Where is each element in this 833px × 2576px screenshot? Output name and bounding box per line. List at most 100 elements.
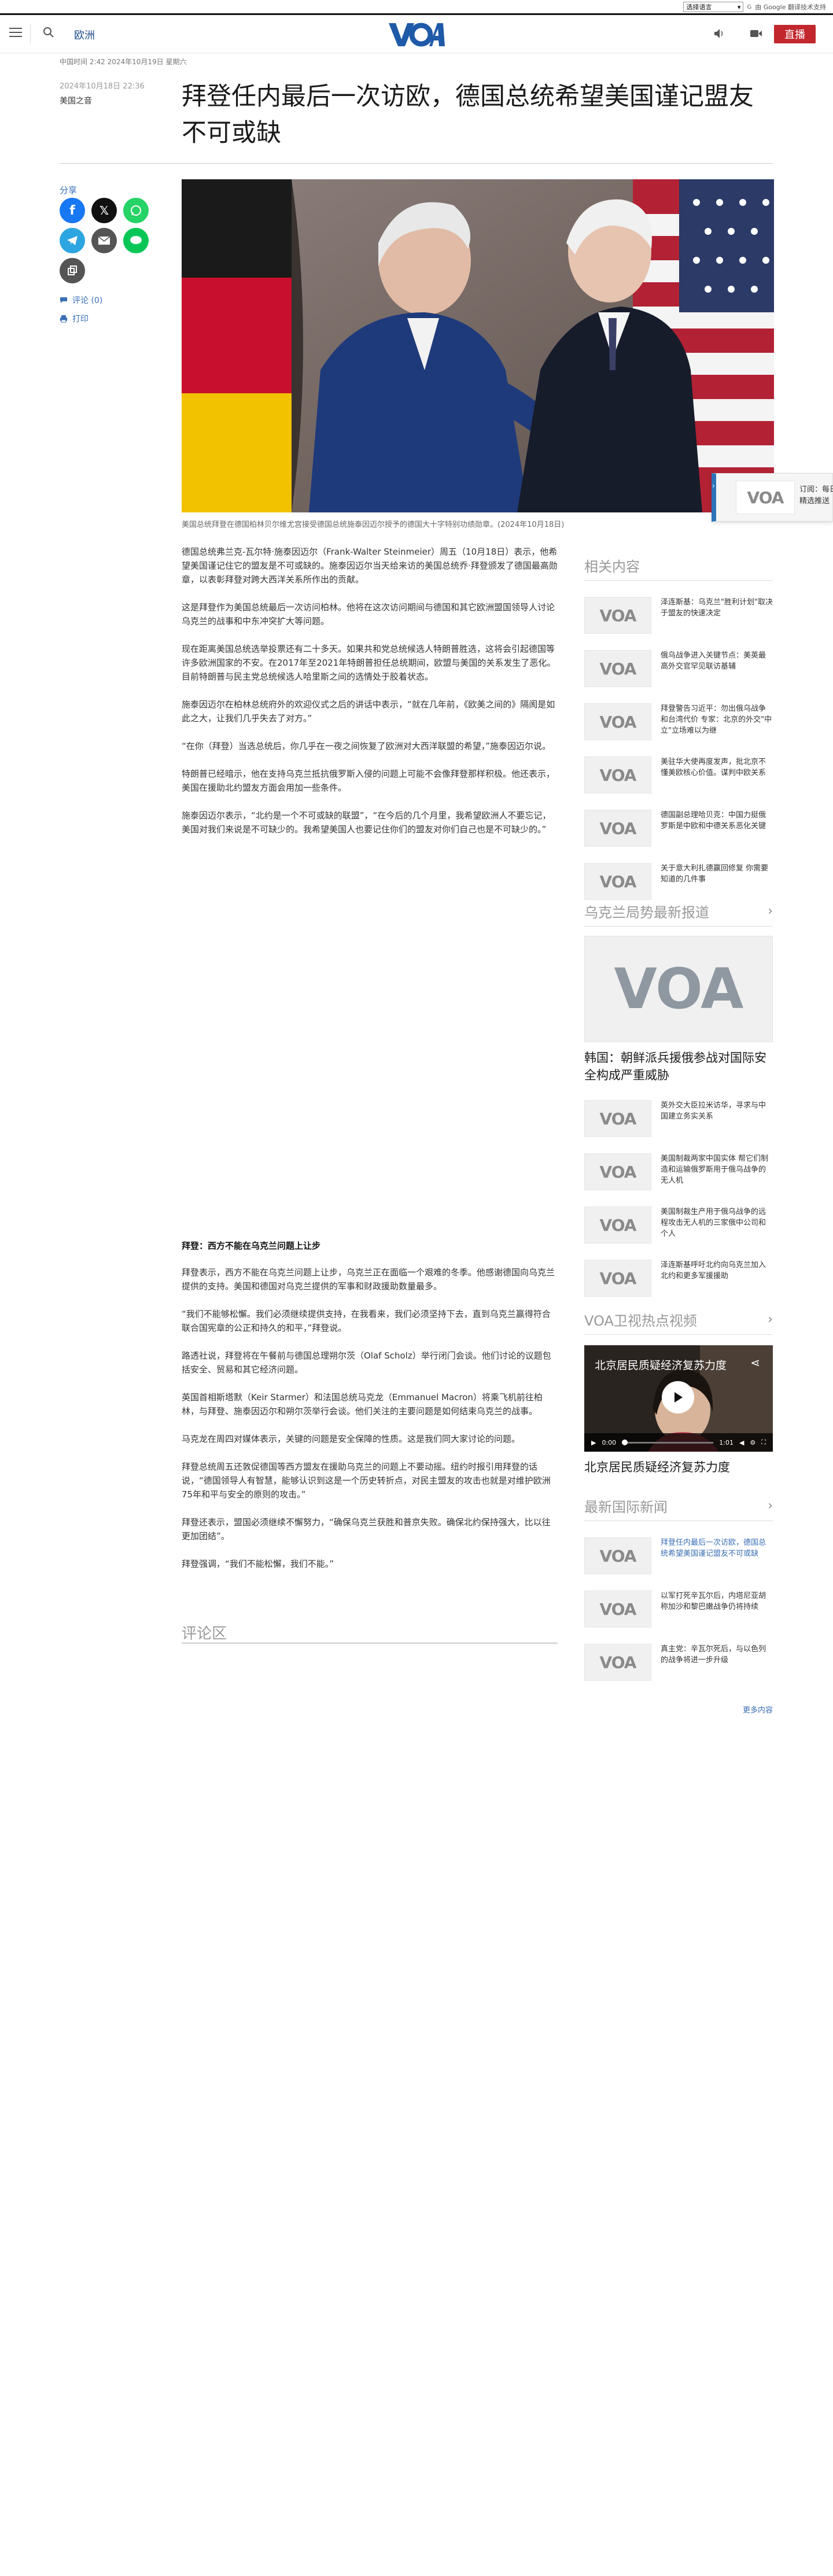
list-item-title[interactable]: 拜登警告习近平：勿出俄乌战争和台湾代价 专家：北京的外交"中立"立场难以为继 xyxy=(661,703,773,736)
list-item[interactable]: VOA 关于意大利扎德赢回修复 你需要知道的几件事 xyxy=(584,863,773,900)
list-item-title[interactable]: 泽连斯基呼吁北约向乌克兰加入北约和更多军援援助 xyxy=(661,1260,773,1282)
section-link-europe[interactable]: 欧洲 xyxy=(74,27,95,42)
article-paragraph: 这是拜登作为美国总统最后一次访问柏林。他将在这次访问期间与德国和其它欧洲盟国领导… xyxy=(182,602,555,626)
related-title: 相关内容 xyxy=(584,555,773,581)
google-logo-icon: G xyxy=(747,3,752,10)
list-item-title[interactable]: 德国副总理哈贝克：中国力挺俄罗斯是中欧和中德关系恶化关键 xyxy=(661,810,773,832)
divider xyxy=(182,1643,558,1644)
print-icon xyxy=(60,315,67,323)
intl-news-title-label: 最新国际新闻 xyxy=(584,1499,668,1515)
list-item[interactable]: VOA 美国制裁两家中国实体 帮它们制造和运输俄罗斯用于俄乌战争的无人机 xyxy=(584,1153,773,1190)
email-share-button[interactable] xyxy=(91,228,117,253)
lead-thumbnail[interactable]: VOA xyxy=(584,936,773,1042)
list-item-title[interactable]: 英外交大臣拉米访华，寻求与中国建立务实关系 xyxy=(661,1100,773,1122)
tv-title[interactable]: VOA卫视热点视频 › xyxy=(584,1309,773,1335)
list-item[interactable]: VOA 美国制裁生产用于俄乌战争的远程攻击无人机的三家俄中公司和个人 xyxy=(584,1206,773,1243)
lead-story-title[interactable]: 韩国：朝鲜派兵援俄参战对国际安全构成严重威胁 xyxy=(584,1049,773,1084)
hero-image xyxy=(182,179,774,512)
fullscreen-icon[interactable]: ⛶ xyxy=(761,1438,766,1446)
list-item-title[interactable]: 真主党：辛瓦尔死后，与以色列的战争将进一步升级 xyxy=(661,1644,773,1666)
chevron-right-icon: › xyxy=(712,482,715,490)
voa-logo: VOA xyxy=(599,1652,637,1672)
video-overlay-title: 北京居民质疑经济复苏力度 xyxy=(595,1359,727,1372)
subscribe-widget[interactable]: › VOA 订阅：每日精选推送 xyxy=(712,473,833,522)
mail-icon xyxy=(98,236,110,245)
facebook-share-button[interactable]: f xyxy=(60,198,85,223)
thumbnail: VOA xyxy=(584,1537,651,1574)
article-paragraph: 现在距离美国总统选举投票还有二十多天。如果共和党总统候选人特朗普胜选，这将会引起… xyxy=(182,644,556,682)
related-title-label: 相关内容 xyxy=(584,559,640,575)
list-item[interactable]: VOA 真主党：辛瓦尔死后，与以色列的战争将进一步升级 xyxy=(584,1644,773,1681)
list-item-title[interactable]: 俄乌战争进入关键节点：美英最高外交官罕见联访基辅 xyxy=(661,650,773,672)
more-link[interactable]: 更多内容 xyxy=(584,1704,773,1715)
chevron-right-icon: › xyxy=(768,1312,773,1327)
voa-logo: VOA xyxy=(599,659,637,678)
list-item-title[interactable]: 美国制裁生产用于俄乌战争的远程攻击无人机的三家俄中公司和个人 xyxy=(661,1206,773,1239)
article-body-2: 拜登：西方不能在乌克兰问题上让步 拜登表示，西方不能在乌克兰问题上让步，乌克兰正… xyxy=(182,1239,558,1585)
live-button[interactable]: 直播 xyxy=(774,25,816,43)
list-item[interactable]: VOA 拜登警告习近平：勿出俄乌战争和台湾代价 专家：北京的外交"中立"立场难以为… xyxy=(584,703,773,740)
telegram-icon xyxy=(67,236,78,245)
list-item[interactable]: VOA 美驻华大使再度发声，批北京不懂美欧核心价值。谋判中欧关系 xyxy=(584,756,773,794)
list-item[interactable]: VOA 泽连斯基：乌克兰"胜利计划"取决于盟友的快速决定 xyxy=(584,597,773,634)
play-icon[interactable]: ▶ xyxy=(591,1439,596,1446)
list-item-title[interactable]: 美国制裁两家中国实体 帮它们制造和运输俄罗斯用于俄乌战争的无人机 xyxy=(661,1153,773,1186)
settings-icon[interactable]: ⚙ xyxy=(750,1439,755,1446)
list-item[interactable]: VOA 以军打死辛瓦尔后，内塔尼亚胡称加沙和黎巴嫩战争仍将持续 xyxy=(584,1590,773,1627)
subscribe-text: 订阅：每日精选推送 xyxy=(799,485,833,505)
x-share-button[interactable]: 𝕏 xyxy=(91,198,117,223)
print-link[interactable]: 打印 xyxy=(60,313,89,324)
share-icon[interactable]: ⋖ xyxy=(750,1356,760,1370)
list-item-title[interactable]: 关于意大利扎德赢回修复 你需要知道的几件事 xyxy=(661,863,773,885)
menu-icon[interactable] xyxy=(9,28,22,38)
audio-icon[interactable] xyxy=(713,27,725,40)
comment-link[interactable]: 评论 (0) xyxy=(60,294,102,306)
list-item[interactable]: VOA 泽连斯基呼吁北约向乌克兰加入北约和更多军援援助 xyxy=(584,1260,773,1297)
thumbnail: VOA xyxy=(584,756,651,794)
telegram-share-button[interactable] xyxy=(60,228,85,253)
article-paragraph: “我们不能够松懈。我们必须继续提供支持，在我看来，我们必须坚持下去，直到乌克兰赢… xyxy=(182,1309,551,1333)
play-button[interactable] xyxy=(662,1381,694,1414)
x-icon: 𝕏 xyxy=(99,204,109,217)
thumbnail: VOA xyxy=(584,1153,651,1190)
list-item[interactable]: VOA 英外交大臣拉米访华，寻求与中国建立务实关系 xyxy=(584,1100,773,1137)
thumbnail: VOA xyxy=(584,810,651,847)
voa-logo: VOA xyxy=(599,818,637,838)
list-item-title[interactable]: 美驻华大使再度发声，批北京不懂美欧核心价值。谋判中欧关系 xyxy=(661,756,773,778)
thumbnail: VOA xyxy=(584,1590,651,1627)
progress-handle[interactable] xyxy=(622,1439,628,1445)
intl-news-title[interactable]: 最新国际新闻 › xyxy=(584,1496,773,1521)
whatsapp-share-button[interactable] xyxy=(123,198,149,223)
author-name[interactable]: 美国之音 xyxy=(60,95,92,106)
voa-logo: VOA xyxy=(599,1599,637,1619)
play-icon xyxy=(674,1392,683,1403)
video-controls: ▶ 0:00 1:01 ◀︎ ⚙ ⛶ xyxy=(584,1433,773,1452)
list-item[interactable]: VOA 拜登任内最后一次访欧，德国总统希望美国谨记盟友不可或缺 xyxy=(584,1537,773,1574)
search-icon[interactable] xyxy=(43,27,54,38)
list-item[interactable]: VOA 俄乌战争进入关键节点：美英最高外交官罕见联访基辅 xyxy=(584,650,773,687)
thumbnail: VOA xyxy=(584,863,651,900)
ukraine-title[interactable]: 乌克兰局势最新报道 › xyxy=(584,901,773,927)
list-item-title[interactable]: 拜登任内最后一次访欧，德国总统希望美国谨记盟友不可或缺 xyxy=(661,1537,773,1559)
voa-logo: VOA xyxy=(599,765,637,785)
article-paragraph: 拜登总统周五还敦促德国等西方盟友在援助乌克兰的问题上不要动摇。纽约时报引用拜登的… xyxy=(182,1462,551,1500)
video-progress-bar[interactable] xyxy=(622,1439,714,1445)
thumbnail: VOA xyxy=(584,1644,651,1681)
line-share-button[interactable] xyxy=(123,228,149,253)
video-duration: 1:01 xyxy=(719,1438,734,1446)
video-player[interactable]: 北京居民质疑经济复苏力度 ⋖ ▶ 0:00 1:01 ◀︎ ⚙ ⛶ xyxy=(584,1345,773,1452)
copy-icon xyxy=(68,265,77,275)
intl-news-section: 最新国际新闻 › VOA 拜登任内最后一次访欧，德国总统希望美国谨记盟友不可或缺 V… xyxy=(584,1496,773,1715)
video-caption[interactable]: 北京居民质疑经济复苏力度 xyxy=(584,1459,773,1476)
list-item[interactable]: VOA 德国副总理哈贝克：中国力挺俄罗斯是中欧和中德关系恶化关键 xyxy=(584,810,773,847)
list-item-title[interactable]: 泽连斯基：乌克兰"胜利计划"取决于盟友的快速决定 xyxy=(661,597,773,619)
list-item-title[interactable]: 以军打死辛瓦尔后，内塔尼亚胡称加沙和黎巴嫩战争仍将持续 xyxy=(661,1590,773,1612)
article-paragraph: 施泰因迈尔表示，“北约是一个不可或缺的联盟”，“在今后的几个月里，我希望欧洲人不… xyxy=(182,810,551,835)
voa-logo[interactable] xyxy=(388,21,445,47)
volume-icon[interactable]: ◀︎ xyxy=(739,1439,744,1446)
video-icon[interactable] xyxy=(750,28,762,39)
article-body-1: 德国总统弗兰克-瓦尔特·施泰因迈尔（Frank-Walter Steinmeie… xyxy=(182,545,558,850)
copy-link-button[interactable] xyxy=(60,258,85,283)
comments-title: 评论区 xyxy=(182,1625,227,1643)
language-select[interactable]: 选择语言 ▾ xyxy=(683,2,744,12)
